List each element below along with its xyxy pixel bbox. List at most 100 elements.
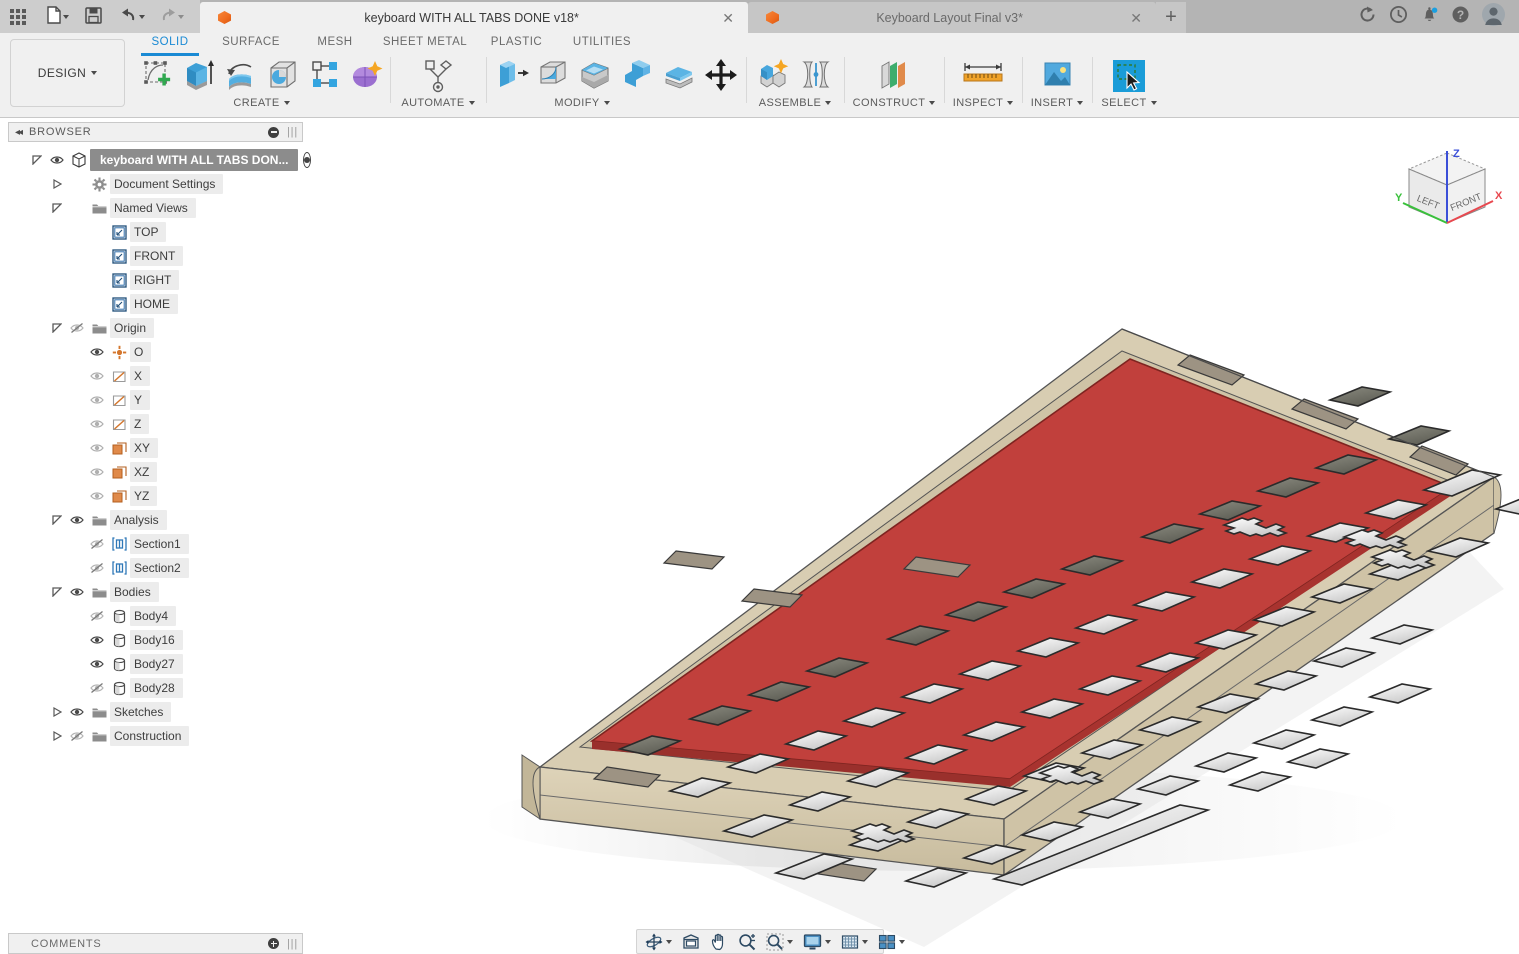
document-tab-active[interactable]: keyboard WITH ALL TABS DONE v18* ✕: [200, 2, 748, 33]
panel-label-insert[interactable]: INSERT: [1031, 97, 1084, 109]
tree-node-o[interactable]: O: [8, 340, 303, 364]
redo-caret-icon[interactable]: [178, 15, 184, 19]
visibility-eye-icon[interactable]: [66, 729, 88, 743]
visibility-eye-icon[interactable]: [86, 369, 108, 383]
tree-node-sketches[interactable]: Sketches: [8, 700, 303, 724]
ribbon-tab-surface[interactable]: SURFACE: [207, 33, 295, 53]
visibility-eye-icon[interactable]: [86, 561, 108, 575]
press-pull-icon[interactable]: [493, 57, 529, 93]
panel-label-select[interactable]: SELECT: [1101, 97, 1156, 109]
visibility-eye-icon[interactable]: [86, 441, 108, 455]
sweep-icon[interactable]: [265, 57, 301, 93]
panel-grip[interactable]: |||: [287, 938, 298, 950]
tree-node-top[interactable]: TOP: [8, 220, 303, 244]
tree-node-section1[interactable]: Section1: [8, 532, 303, 556]
look-at-button[interactable]: [680, 931, 702, 953]
move-copy-icon[interactable]: [703, 57, 739, 93]
viewports-button[interactable]: [876, 931, 907, 953]
offset-plane-icon[interactable]: [876, 57, 912, 93]
3d-viewport[interactable]: LEFT FRONT Z Y X: [304, 119, 1519, 954]
tree-node-section2[interactable]: Section2: [8, 556, 303, 580]
zoom-window-button[interactable]: [764, 931, 795, 953]
visibility-eye-icon[interactable]: [86, 465, 108, 479]
tree-node-right[interactable]: RIGHT: [8, 268, 303, 292]
visibility-eye-icon[interactable]: [86, 681, 108, 695]
zoom-button[interactable]: [736, 931, 758, 953]
tree-node-yz[interactable]: YZ: [8, 484, 303, 508]
visibility-eye-icon[interactable]: [86, 417, 108, 431]
visibility-eye-icon[interactable]: [86, 537, 108, 551]
panel-label-create[interactable]: CREATE: [233, 97, 289, 109]
tree-node-bodies[interactable]: Bodies: [8, 580, 303, 604]
keyboard-model[interactable]: [304, 119, 1519, 954]
tree-node-named-views[interactable]: Named Views: [8, 196, 303, 220]
visibility-eye-icon[interactable]: [86, 633, 108, 647]
save-button[interactable]: [81, 4, 106, 30]
document-tab-inactive[interactable]: Keyboard Layout Final v3* ✕: [748, 2, 1156, 33]
close-tab-icon[interactable]: ✕: [1120, 11, 1142, 25]
insert-image-icon[interactable]: [1039, 57, 1075, 93]
extrude-icon[interactable]: [181, 57, 217, 93]
chevron-down-icon[interactable]: [899, 940, 905, 944]
pattern-icon[interactable]: [307, 57, 343, 93]
undo-button[interactable]: [116, 4, 149, 30]
display-settings-button[interactable]: [801, 931, 833, 953]
visibility-eye-icon[interactable]: [66, 585, 88, 599]
combine-icon[interactable]: [619, 57, 655, 93]
shell-icon[interactable]: [577, 57, 613, 93]
expand-arrow-icon[interactable]: [48, 203, 66, 213]
visibility-eye-icon[interactable]: [66, 513, 88, 527]
help-icon[interactable]: ?: [1451, 5, 1470, 24]
visibility-eye-icon[interactable]: [86, 609, 108, 623]
panel-label-inspect[interactable]: INSPECT: [953, 97, 1013, 109]
expand-arrow-icon[interactable]: [48, 515, 66, 525]
tree-node-analysis[interactable]: Analysis: [8, 508, 303, 532]
tree-node-construction[interactable]: Construction: [8, 724, 303, 748]
revolve-icon[interactable]: [223, 57, 259, 93]
tree-node-body28[interactable]: Body28: [8, 676, 303, 700]
account-avatar[interactable]: [1482, 3, 1505, 26]
minimize-icon[interactable]: [268, 127, 279, 138]
chevron-down-icon[interactable]: [787, 940, 793, 944]
panel-grip[interactable]: |||: [287, 126, 298, 138]
select-window-icon[interactable]: [1110, 57, 1148, 95]
expand-arrow-icon[interactable]: [48, 731, 66, 741]
panel-label-automate[interactable]: AUTOMATE: [401, 97, 474, 109]
panel-label-modify[interactable]: MODIFY: [554, 97, 609, 109]
tree-node-body27[interactable]: Body27: [8, 652, 303, 676]
expand-arrow-icon[interactable]: [48, 587, 66, 597]
ribbon-tab-sheet-metal[interactable]: SHEET METAL: [375, 33, 475, 53]
panel-label-assemble[interactable]: ASSEMBLE: [759, 97, 832, 109]
expand-arrow-icon[interactable]: [48, 323, 66, 333]
orbit-button[interactable]: [643, 931, 674, 953]
pan-button[interactable]: [708, 931, 730, 953]
fillet-icon[interactable]: [535, 57, 571, 93]
tree-node-y[interactable]: Y: [8, 388, 303, 412]
visibility-eye-icon[interactable]: [66, 321, 88, 335]
tree-node-body16[interactable]: Body16: [8, 628, 303, 652]
undo-caret-icon[interactable]: [139, 15, 145, 19]
close-tab-icon[interactable]: ✕: [712, 11, 734, 25]
tree-node-keyboard-with-all-tabs-don[interactable]: keyboard WITH ALL TABS DON...: [8, 148, 303, 172]
expand-arrow-icon[interactable]: [48, 707, 66, 717]
visibility-eye-icon[interactable]: [66, 705, 88, 719]
measure-icon[interactable]: [958, 57, 1008, 93]
chevron-down-icon[interactable]: [666, 940, 672, 944]
ribbon-tab-plastic[interactable]: PLASTIC: [475, 33, 558, 53]
tree-node-z[interactable]: Z: [8, 412, 303, 436]
new-file-button[interactable]: [42, 4, 73, 30]
add-comment-icon[interactable]: [268, 938, 279, 949]
app-grid-button[interactable]: [6, 4, 30, 30]
grid-snap-button[interactable]: [839, 931, 870, 953]
tree-node-x[interactable]: X: [8, 364, 303, 388]
form-icon[interactable]: [349, 57, 385, 93]
history-icon[interactable]: [1389, 5, 1408, 24]
joint-icon[interactable]: [798, 57, 834, 93]
offset-face-icon[interactable]: [661, 57, 697, 93]
view-cube[interactable]: LEFT FRONT Z Y X: [1389, 137, 1509, 242]
new-tab-button[interactable]: +: [1156, 2, 1186, 33]
create-sketch-icon[interactable]: [139, 57, 175, 93]
expand-arrow-icon[interactable]: [28, 155, 46, 165]
visibility-eye-icon[interactable]: [86, 489, 108, 503]
tree-node-document-settings[interactable]: Document Settings: [8, 172, 303, 196]
